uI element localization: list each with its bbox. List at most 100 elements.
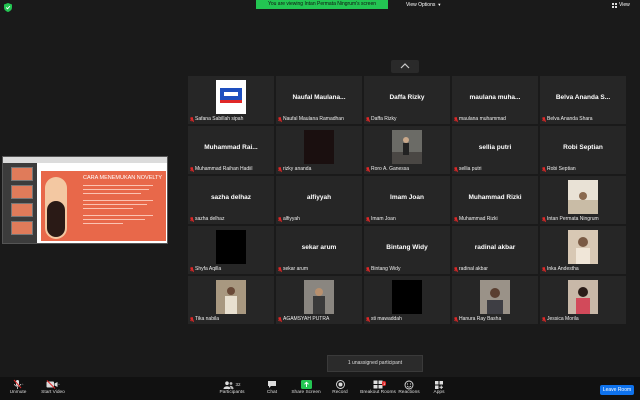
participant-tile[interactable]: Naufal Maulana... Naufal Maulana Ramadhan: [276, 76, 362, 124]
participant-display-name: Daffa Rizky: [389, 94, 425, 101]
participant-label: sekar arum: [277, 266, 308, 272]
participant-label: AGAMSYAH PUTRA: [277, 316, 329, 322]
reactions-label: Reactions: [398, 390, 420, 395]
microphone-muted-icon: [277, 266, 283, 272]
participant-label: Muhammad Raihan Hadiil: [189, 166, 253, 172]
chat-button[interactable]: Chat: [262, 379, 282, 395]
participants-button[interactable]: 32 Participants: [218, 379, 246, 395]
participant-name: Intan Permata Ningrum: [547, 216, 599, 222]
microphone-muted-icon: [365, 166, 371, 172]
shared-screen-view[interactable]: CARA MENEMUKAN NOVELTY: [2, 156, 168, 244]
view-options-label: View Options: [406, 2, 436, 8]
microphone-muted-icon: [189, 116, 195, 122]
participant-label: Tika nabila: [189, 316, 219, 322]
participant-name: Bintang Widy: [371, 266, 401, 272]
grid-view-icon: [612, 2, 617, 8]
participant-tile[interactable]: Robi Septian Robi Septian: [540, 126, 626, 174]
participant-tile[interactable]: alfiyyah alfiyyah: [276, 176, 362, 224]
participant-tile[interactable]: Hanura Ray Basha: [452, 276, 538, 324]
microphone-muted-icon: [277, 316, 283, 322]
participant-name: Jessica Morila: [547, 316, 579, 322]
slide-title: CARA MENEMUKAN NOVELTY: [83, 175, 163, 181]
participant-name: maulana muhammad: [459, 116, 506, 122]
participant-display-name: Bintang Widy: [386, 244, 428, 251]
participant-label: Safana Sabillah sipah: [189, 116, 244, 122]
microphone-muted-icon: [189, 316, 195, 322]
chevron-up-icon[interactable]: ^: [22, 382, 24, 387]
video-feed: [216, 80, 246, 114]
participant-display-name: Muhammad Rai...: [204, 144, 258, 151]
participant-tile[interactable]: radinal akbar radinal akbar: [452, 226, 538, 274]
participant-tile[interactable]: Bintang Widy Bintang Widy: [364, 226, 450, 274]
participant-tile[interactable]: Muhammad Rai... Muhammad Raihan Hadiil: [188, 126, 274, 174]
participant-label: Intan Permata Ningrum: [541, 216, 599, 222]
breakout-rooms-button[interactable]: 1 Breakout Rooms: [360, 379, 396, 395]
view-button[interactable]: View: [612, 2, 630, 8]
slide-text-line: [83, 215, 153, 217]
participant-label: Shyfa Aqilla: [189, 266, 221, 272]
microphone-muted-icon: [365, 316, 371, 322]
chevron-up-icon: [400, 63, 410, 69]
participant-display-name: Imam Joan: [390, 194, 424, 201]
video-feed: [568, 230, 598, 264]
participant-label: Robi Septian: [541, 166, 576, 172]
apps-button[interactable]: Apps: [430, 379, 448, 395]
participant-tile[interactable]: Roro A. Ganessa: [364, 126, 450, 174]
participant-name: Safana Sabillah sipah: [195, 116, 244, 122]
chat-bubble-icon: [268, 381, 276, 388]
participant-display-name: alfiyyah: [306, 194, 332, 201]
microphone-muted-icon: [453, 116, 459, 122]
collapse-gallery-button[interactable]: [391, 60, 419, 73]
share-screen-button[interactable]: Share Screen: [290, 379, 322, 395]
participant-tile[interactable]: sekar arum sekar arum: [276, 226, 362, 274]
participant-label: Inka Andestha: [541, 266, 579, 272]
chevron-up-icon[interactable]: ^: [58, 382, 60, 387]
participant-tile[interactable]: Shyfa Aqilla: [188, 226, 274, 274]
start-video-button[interactable]: ^ Start Video: [38, 379, 68, 395]
view-options-menu[interactable]: View Options ▼: [406, 0, 441, 9]
participants-label: Participants: [219, 390, 245, 395]
participant-tile[interactable]: Inka Andestha: [540, 226, 626, 274]
participant-tile[interactable]: Daffa Rizky Daffa Rizky: [364, 76, 450, 124]
security-shield-icon[interactable]: [4, 3, 12, 12]
screen-share-banner: You are viewing Intan Permata Ningrum's …: [256, 0, 388, 9]
participant-name: sazha delhaz: [195, 216, 225, 222]
participant-tile[interactable]: Belva Ananda S... Belva Ananda Shara: [540, 76, 626, 124]
participant-tile[interactable]: sazha delhaz sazha delhaz: [188, 176, 274, 224]
presentation-slide: CARA MENEMUKAN NOVELTY: [41, 171, 166, 241]
slide-thumbnail: [11, 203, 33, 217]
participant-tile[interactable]: Safana Sabillah sipah: [188, 76, 274, 124]
participant-name: Tika nabila: [195, 316, 219, 322]
participant-tile[interactable]: Imam Joan Imam Joan: [364, 176, 450, 224]
participant-name: alfiyyah: [283, 216, 300, 222]
participant-name: rizky ananda: [283, 166, 312, 172]
participant-label: Bintang Widy: [365, 266, 401, 272]
reactions-button[interactable]: Reactions: [398, 379, 420, 395]
record-button[interactable]: Record: [330, 379, 350, 395]
participant-tile[interactable]: Intan Permata Ningrum: [540, 176, 626, 224]
participant-display-name: Naufal Maulana...: [292, 94, 346, 101]
participant-tile[interactable]: AGAMSYAH PUTRA: [276, 276, 362, 324]
microphone-muted-icon: [541, 216, 547, 222]
unassigned-participant-notice[interactable]: 1 unassigned participant: [327, 355, 423, 372]
participant-tile[interactable]: Muhammad Rizki Muhammad Rizki: [452, 176, 538, 224]
microphone-muted-icon: [541, 316, 547, 322]
participant-label: radinal akbar: [453, 266, 488, 272]
participant-tile[interactable]: maulana muha... maulana muhammad: [452, 76, 538, 124]
participant-name: Daffa Rizky: [371, 116, 397, 122]
participant-label: sti mawaddah: [365, 316, 402, 322]
participants-count: 32: [235, 382, 241, 387]
participant-tile[interactable]: Tika nabila: [188, 276, 274, 324]
microphone-muted-icon: [541, 116, 547, 122]
participant-tile[interactable]: sti mawaddah: [364, 276, 450, 324]
participant-name: radinal akbar: [459, 266, 488, 272]
participant-tile[interactable]: rizky ananda: [276, 126, 362, 174]
slide-text-line: [83, 208, 133, 210]
unmute-button[interactable]: ^ Unmute: [8, 379, 28, 395]
leave-room-button[interactable]: Leave Room: [600, 385, 634, 395]
share-screen-icon: [300, 380, 312, 389]
unmute-label: Unmute: [9, 390, 27, 395]
participant-tile[interactable]: sellia putri sellia putri: [452, 126, 538, 174]
participant-tile[interactable]: Jessica Morila: [540, 276, 626, 324]
chevron-down-icon: ▼: [437, 2, 442, 7]
